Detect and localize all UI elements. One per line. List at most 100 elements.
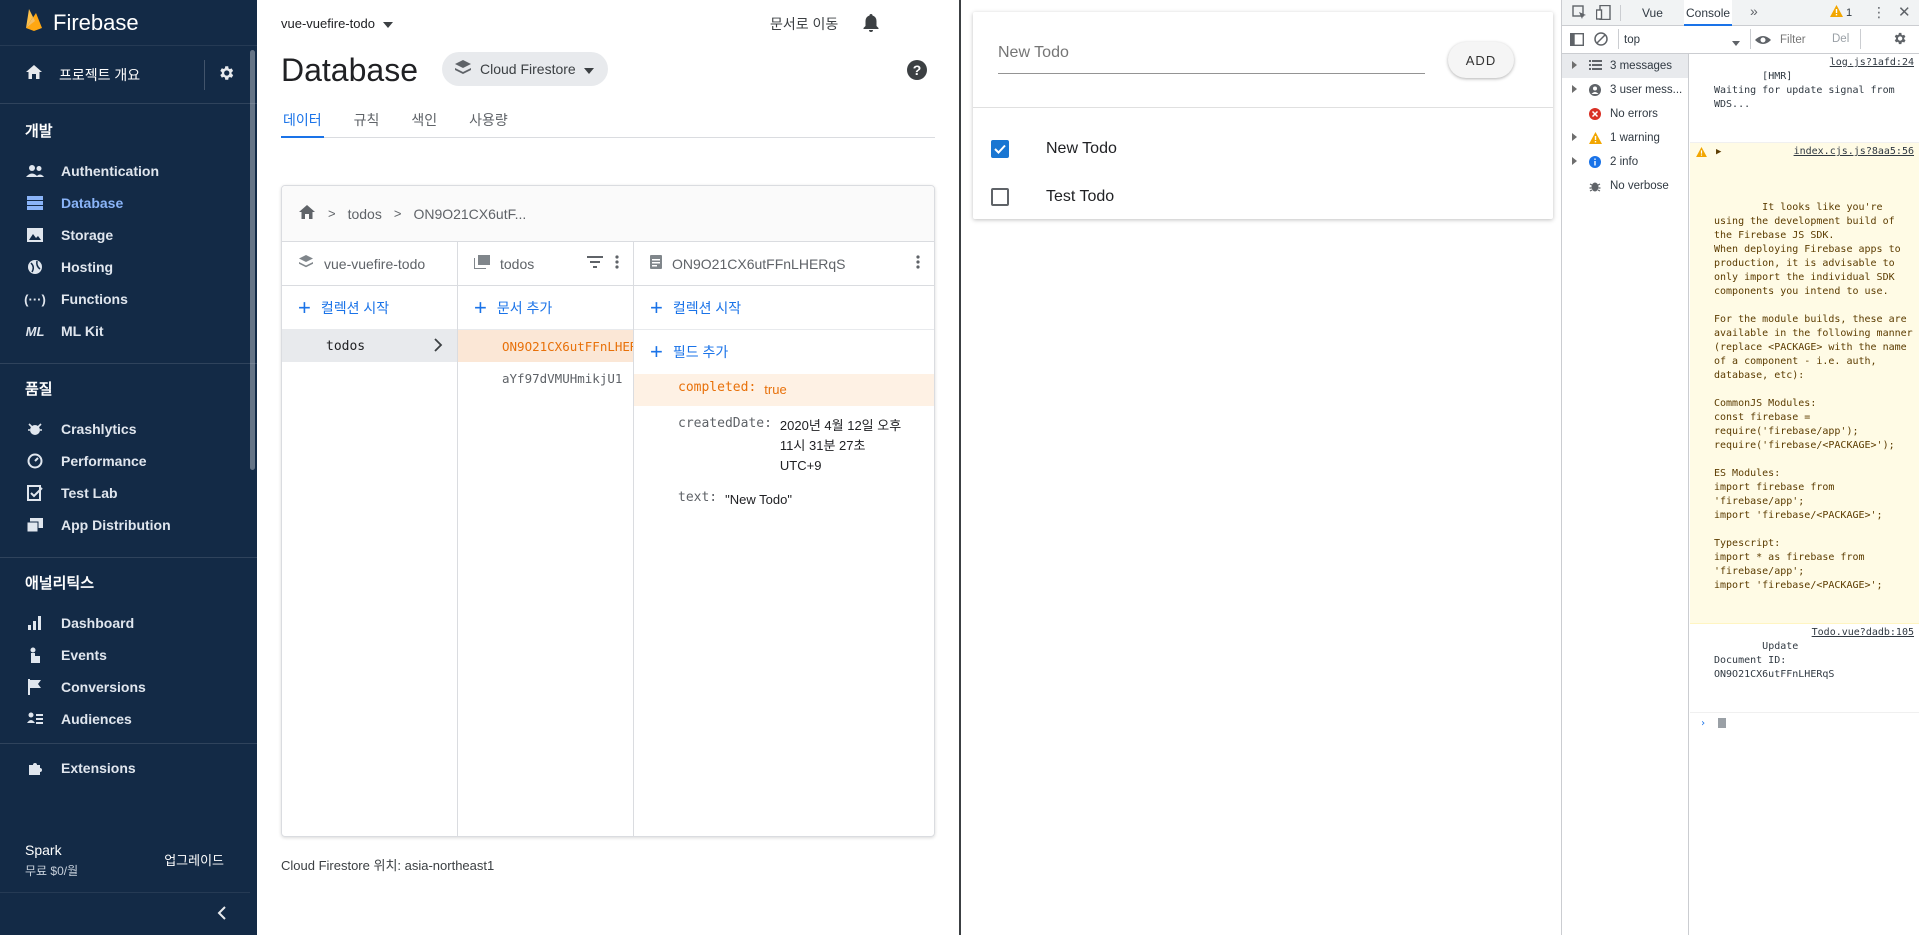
- close-icon[interactable]: ✕: [1898, 3, 1911, 21]
- console-toolbar: top Del: [1562, 26, 1919, 54]
- sidebar-item-app-distribution[interactable]: App Distribution: [0, 509, 257, 541]
- clear-console-icon[interactable]: [1594, 32, 1608, 49]
- go-to-docs-link[interactable]: 문서로 이동: [770, 14, 838, 34]
- console-sidebar-messages[interactable]: 3 messages: [1562, 54, 1688, 78]
- console-sidebar-warnings[interactable]: 1 warning: [1562, 126, 1688, 150]
- warning-counter[interactable]: 1: [1830, 5, 1852, 20]
- database-type-selector[interactable]: Cloud Firestore: [442, 52, 608, 86]
- devtools-tabbar: Vue Console » 1 ⋮ ✕: [1562, 0, 1919, 26]
- console-source-link[interactable]: log.js?1afd:24: [1826, 56, 1914, 70]
- sidebar-item-extensions[interactable]: Extensions: [0, 752, 257, 784]
- divider: [1860, 29, 1861, 49]
- document-item[interactable]: ON9O21CX6utFFnLHERqS: [458, 330, 633, 362]
- console-message: Update Document ID: ON9O21CX6utFFnLHERqS…: [1690, 624, 1919, 713]
- sidebar-item-crashlytics[interactable]: Crashlytics: [0, 413, 257, 445]
- sidebar-item-ml-kit[interactable]: ML ML Kit: [0, 315, 257, 347]
- sidebar-item-performance[interactable]: Performance: [0, 445, 257, 477]
- project-overview-label: 프로젝트 개요: [59, 66, 141, 83]
- field-row[interactable]: text: "New Todo": [634, 482, 934, 516]
- collapse-sidebar-button[interactable]: [0, 892, 250, 935]
- expand-arrow-icon[interactable]: ▶: [1716, 145, 1721, 159]
- more-vert-icon[interactable]: [615, 255, 619, 272]
- breadcrumb-collection[interactable]: todos: [348, 206, 382, 222]
- console-sidebar-label: No errors: [1610, 108, 1658, 120]
- field-key: text:: [678, 490, 718, 505]
- console-source-link[interactable]: index.cjs.js?8aa5:56: [1789, 145, 1914, 159]
- home-icon[interactable]: [298, 204, 316, 223]
- tab-rules[interactable]: 규칙: [352, 108, 382, 138]
- console-sidebar-errors[interactable]: No errors: [1562, 102, 1688, 126]
- sidebar-item-test-lab[interactable]: Test Lab: [0, 477, 257, 509]
- more-vert-icon[interactable]: [916, 255, 920, 272]
- console-sidebar-label: 1 warning: [1610, 132, 1660, 144]
- chevron-right-icon: >: [328, 206, 336, 221]
- breadcrumb-document[interactable]: ON9O21CX6utF...: [413, 206, 526, 222]
- start-collection-button[interactable]: + 컬렉션 시작: [282, 286, 457, 330]
- more-tabs-icon[interactable]: »: [1750, 3, 1758, 19]
- sidebar-item-hosting[interactable]: Hosting: [0, 251, 257, 283]
- todo-checkbox[interactable]: [991, 188, 1009, 206]
- settings-gear-icon[interactable]: [217, 64, 235, 87]
- new-todo-input[interactable]: [998, 34, 1425, 72]
- tab-console[interactable]: Console: [1684, 0, 1733, 26]
- ml-icon: ML: [25, 323, 45, 339]
- project-selector[interactable]: vue-vuefire-todo: [281, 16, 393, 31]
- console-filter-input[interactable]: [1780, 31, 1828, 49]
- document-item[interactable]: aYf97dVMUHmikjU1: [458, 362, 633, 394]
- sidebar-item-label: Functions: [61, 291, 128, 307]
- tab-vue[interactable]: Vue: [1642, 0, 1663, 26]
- sidebar-item-dashboard[interactable]: Dashboard: [0, 607, 257, 639]
- checklist-icon: [26, 484, 44, 502]
- root-column: vue-vuefire-todo + 컬렉션 시작 todos: [282, 242, 458, 836]
- more-options-icon[interactable]: ⋮: [1872, 4, 1886, 21]
- add-field-label: 필드 추가: [672, 344, 729, 360]
- todo-item[interactable]: New Todo: [973, 125, 1553, 173]
- start-subcollection-button[interactable]: + 컬렉션 시작: [634, 286, 934, 330]
- database-icon: [26, 194, 44, 212]
- firebase-logo-icon: [25, 8, 43, 37]
- inspect-element-icon[interactable]: [1572, 5, 1587, 23]
- sidebar-item-database[interactable]: Database: [0, 187, 257, 219]
- project-overview-link[interactable]: 프로젝트 개요: [0, 46, 257, 104]
- console-sidebar-verbose[interactable]: No verbose: [1562, 174, 1688, 198]
- console-sidebar-info[interactable]: 2 info: [1562, 150, 1688, 174]
- sidebar-item-authentication[interactable]: Authentication: [0, 155, 257, 187]
- field-row[interactable]: createdDate: 2020년 4월 12일 오후 11시 31분 27초…: [634, 406, 934, 482]
- eye-icon[interactable]: [1755, 34, 1771, 48]
- console-settings-gear-icon[interactable]: [1892, 31, 1907, 49]
- filter-icon[interactable]: [587, 255, 603, 272]
- notification-bell-icon[interactable]: [863, 14, 879, 37]
- tab-data[interactable]: 데이터: [281, 108, 324, 138]
- device-toolbar-icon[interactable]: [1595, 4, 1611, 23]
- sidebar-item-events[interactable]: Events: [0, 639, 257, 671]
- sidebar-item-functions[interactable]: (···) Functions: [0, 283, 257, 315]
- log-levels-selector[interactable]: Del: [1832, 33, 1849, 45]
- upgrade-button[interactable]: 업그레이드: [164, 850, 224, 869]
- field-row[interactable]: completed: true: [634, 374, 934, 406]
- sidebar-item-label: Authentication: [61, 163, 159, 179]
- sidebar-header[interactable]: Firebase: [0, 0, 257, 46]
- firebase-brand: Firebase: [53, 9, 139, 35]
- sidebar-item-storage[interactable]: Storage: [0, 219, 257, 251]
- console-message-text: It looks like you're using the developme…: [1714, 202, 1913, 591]
- add-document-button[interactable]: + 문서 추가: [458, 286, 633, 330]
- console-source-link[interactable]: Todo.vue?dadb:105: [1808, 626, 1914, 640]
- help-icon[interactable]: ?: [906, 59, 928, 86]
- sidebar-item-conversions[interactable]: Conversions: [0, 671, 257, 703]
- todo-item[interactable]: Test Todo: [973, 173, 1553, 221]
- add-field-button[interactable]: + 필드 추가: [634, 330, 934, 374]
- console-sidebar-label: 2 info: [1610, 156, 1639, 168]
- tab-indexes[interactable]: 색인: [409, 108, 439, 138]
- collection-item-todos[interactable]: todos: [282, 330, 457, 362]
- console-prompt[interactable]: ›: [1690, 713, 1919, 735]
- sidebar-toggle-icon[interactable]: [1569, 32, 1585, 49]
- sidebar-scrollbar[interactable]: [250, 50, 255, 470]
- sidebar-item-label: ML Kit: [61, 323, 104, 339]
- todo-checkbox-checked[interactable]: [991, 140, 1009, 158]
- context-selector[interactable]: top: [1624, 31, 1744, 49]
- column-header: ON9O21CX6utFFnLHERqS: [634, 242, 934, 286]
- tab-usage[interactable]: 사용량: [467, 108, 510, 138]
- sidebar-item-audiences[interactable]: Audiences: [0, 703, 257, 735]
- add-todo-button[interactable]: ADD: [1448, 42, 1514, 78]
- console-sidebar-user-messages[interactable]: 3 user mess...: [1562, 78, 1688, 102]
